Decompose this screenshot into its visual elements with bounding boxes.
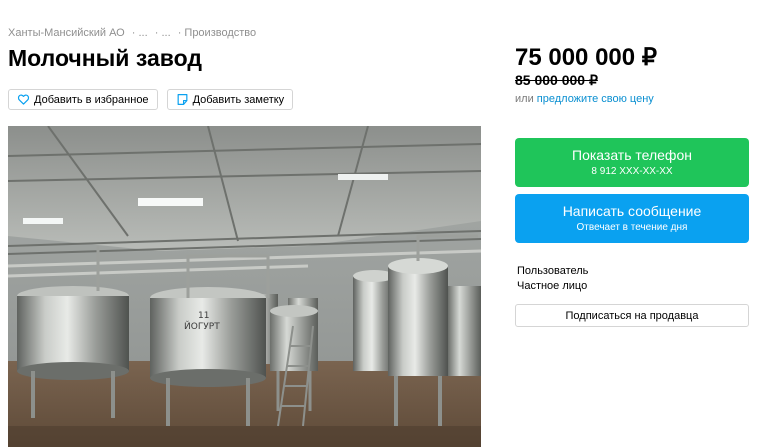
write-message-button[interactable]: Написать сообщение Отвечает в течение дн… (515, 194, 749, 243)
note-icon (177, 94, 187, 105)
write-message-label: Написать сообщение (562, 203, 702, 219)
add-to-favorites-label: Добавить в избранное (34, 93, 149, 106)
seller-type: Пользователь (517, 265, 589, 277)
breadcrumb: Ханты-Мансийский АО · ... · ... · Произв… (8, 27, 260, 39)
suggest-price-link[interactable]: предложите свою цену (537, 93, 654, 105)
subscribe-seller-button[interactable]: Подписаться на продавца (515, 304, 749, 327)
breadcrumb-item-collapsed[interactable]: · ... (132, 27, 148, 39)
listing-photo[interactable]: 11 ЙОГУРТ (8, 126, 481, 447)
phone-masked: 8 912 XXX-XX-XX (591, 166, 673, 177)
price-offer: или предложите свою цену (515, 93, 654, 105)
price-old: 85 000 000 ₽ (515, 72, 598, 88)
price-current: 75 000 000 ₽ (515, 44, 658, 71)
add-note-button[interactable]: Добавить заметку (166, 89, 294, 110)
add-note-label: Добавить заметку (192, 93, 285, 106)
dairy-plant-photo: 11 ЙОГУРТ (8, 126, 481, 447)
listing-actions: Добавить в избранное Добавить заметку (8, 89, 294, 110)
seller-kind: Частное лицо (517, 280, 588, 292)
breadcrumb-item-region[interactable]: Ханты-Мансийский АО (8, 27, 125, 39)
heart-icon (17, 94, 30, 105)
breadcrumb-item-category[interactable]: · Производство (178, 27, 256, 39)
add-to-favorites-button[interactable]: Добавить в избранное (8, 89, 158, 110)
breadcrumb-item-collapsed[interactable]: · ... (155, 27, 171, 39)
show-phone-label: Показать телефон (572, 147, 692, 163)
response-time: Отвечает в течение дня (576, 222, 688, 233)
listing-title: Молочный завод (8, 45, 202, 71)
show-phone-button[interactable]: Показать телефон 8 912 XXX-XX-XX (515, 138, 749, 187)
offer-prefix: или (515, 93, 534, 105)
